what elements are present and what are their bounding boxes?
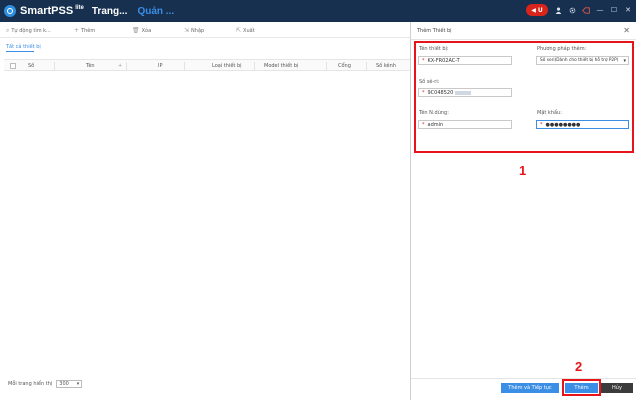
tab-home[interactable]: Trang... <box>92 6 128 17</box>
gear-icon[interactable] <box>568 6 576 14</box>
serial-input[interactable]: * 9C048520 <box>418 88 512 97</box>
sort-icon[interactable]: + <box>118 63 122 69</box>
column-header-ip[interactable]: IP <box>158 63 163 69</box>
add-button[interactable]: + Thêm <box>74 27 95 34</box>
password-input[interactable]: * ●●●●●●●● <box>536 120 629 129</box>
chevron-down-icon: ▾ <box>623 58 626 64</box>
column-divider <box>366 62 367 70</box>
panel-title: Thêm Thiết bị <box>417 28 452 34</box>
column-divider <box>254 62 255 70</box>
add-method-label: Phương pháp thêm: <box>537 46 587 52</box>
column-divider <box>184 62 185 70</box>
search-icon: ⌕ <box>6 26 10 34</box>
tab-all-devices[interactable]: Tất cả thiết bị <box>6 44 41 50</box>
trash-icon: 🗑 <box>132 27 140 34</box>
annotation-label-2: 2 <box>575 359 583 374</box>
device-toolbar: ⌕ Tự động tìm k... + Thêm 🗑 Xóa ⇲ Nhập ⇱ Xuất <box>0 24 410 38</box>
username-input[interactable]: * admin <box>418 120 512 129</box>
title-bar: SmartPSS lite Trang... Quản ... ◀ U — ☐ ✕ <box>0 0 636 22</box>
minimize-icon[interactable]: — <box>596 6 604 14</box>
column-header-device-model[interactable]: Model thiết bị <box>264 63 298 69</box>
column-header-port[interactable]: Cổng <box>338 63 351 69</box>
add-and-continue-button[interactable]: Thêm và Tiếp tục <box>501 383 559 393</box>
column-divider <box>326 62 327 70</box>
select-all-checkbox[interactable] <box>10 63 16 69</box>
chevron-down-icon: ▾ <box>76 381 80 387</box>
export-button[interactable]: ⇱ Xuất <box>236 27 255 34</box>
annotation-label-1: 1 <box>519 163 527 178</box>
record-pill-icon[interactable]: ◀ U <box>526 4 548 16</box>
redacted-text <box>455 90 472 95</box>
tab-device-manager[interactable]: Quản ... <box>137 6 174 17</box>
cancel-button[interactable]: Hủy <box>601 383 633 393</box>
auto-search-button[interactable]: ⌕ Tự động tìm k... <box>6 27 51 35</box>
divider <box>411 39 636 40</box>
app-logo-icon <box>4 5 16 17</box>
export-icon: ⇱ <box>236 27 242 34</box>
delete-button[interactable]: 🗑 Xóa <box>132 27 151 34</box>
import-button[interactable]: ⇲ Nhập <box>184 27 204 34</box>
maximize-icon[interactable]: ☐ <box>610 6 618 14</box>
plus-icon: + <box>74 27 80 34</box>
tab-active-indicator <box>6 51 34 52</box>
username-label: Tên N.dùng: <box>419 110 449 116</box>
column-header-device-type[interactable]: Loại thiết bị <box>212 63 242 69</box>
password-label: Mật khẩu: <box>537 110 562 116</box>
column-header-channels[interactable]: Số kênh <box>376 63 396 69</box>
divider <box>411 378 636 379</box>
pagination-footer: Mỗi trang hiển thị 300 ▾ <box>8 380 83 388</box>
close-icon[interactable]: ✕ <box>623 26 630 35</box>
add-method-select[interactable]: Số seri(Dành cho thiết bị hỗ trợ P2P) ▾ <box>536 56 629 65</box>
close-icon[interactable]: ✕ <box>624 6 632 14</box>
device-name-input[interactable]: * KX-FR02AC-T <box>418 56 512 65</box>
import-icon: ⇲ <box>184 27 190 34</box>
user-icon[interactable] <box>554 6 562 14</box>
add-device-panel: Thêm Thiết bị ✕ Tên thiết bị: * KX-FR02AC… <box>410 22 636 400</box>
device-name-label: Tên thiết bị: <box>419 46 449 52</box>
column-divider <box>126 62 127 70</box>
page-size-label: Mỗi trang hiển thị <box>8 381 53 387</box>
tag-icon[interactable] <box>582 6 590 14</box>
title-bar-controls: ◀ U — ☐ ✕ <box>526 4 632 16</box>
column-header-number[interactable]: Số <box>28 63 34 69</box>
app-name: SmartPSS lite <box>20 5 84 17</box>
column-divider <box>54 62 55 70</box>
serial-label: Số sê-ri: <box>419 79 440 85</box>
page-size-select[interactable]: 300 ▾ <box>56 380 83 388</box>
highlight-box-2 <box>562 379 601 396</box>
column-header-name[interactable]: Tên <box>86 63 95 69</box>
device-table-header: Số Tên + IP Loại thiết bị Model thiết bị… <box>4 59 410 71</box>
